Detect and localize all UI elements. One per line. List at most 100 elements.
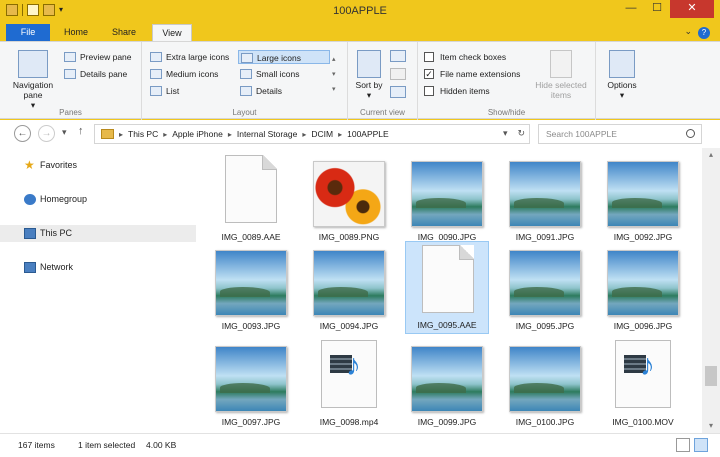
ribbon: Navigation pane ▾ Preview pane Details p…	[0, 41, 720, 120]
path-separator[interactable]: ▸	[302, 130, 306, 139]
nav-item-label: This PC	[40, 228, 73, 238]
video-file-icon	[321, 340, 377, 408]
options-label: Options	[607, 80, 637, 90]
minimize-button[interactable]: —	[618, 0, 644, 18]
path-separator[interactable]: ▸	[338, 130, 342, 139]
selection-status: 1 item selected	[78, 440, 136, 450]
address-bar-row: ← → ▾ ↑ ▸ This PC ▸ Apple iPhone ▸ Inter…	[0, 120, 720, 148]
window-title: 100APPLE	[333, 5, 387, 17]
add-columns-icon[interactable]	[390, 68, 406, 80]
details-pane-button[interactable]: Details pane	[62, 67, 127, 81]
file-name-extensions-toggle[interactable]: ✓ File name extensions	[424, 67, 520, 81]
group-by-icon[interactable]	[390, 50, 406, 62]
homegroup-icon	[24, 194, 36, 205]
layout-scroll-arrows[interactable]: ▴ ▾ ▾	[332, 52, 336, 97]
ribbon-tabs: File Home Share View ⌄ ?	[0, 22, 720, 42]
nav-item-favorites[interactable]: ★ Favorites	[0, 157, 196, 174]
tab-share[interactable]: Share	[104, 24, 144, 42]
document-icon	[422, 245, 474, 313]
path-separator[interactable]: ▸	[163, 130, 167, 139]
scroll-down-arrow[interactable]: ▾	[702, 419, 720, 433]
file-name: IMG_0093.JPG	[221, 321, 281, 331]
scroll-up-arrow[interactable]: ▴	[702, 148, 720, 162]
file-item[interactable]: IMG_0089.PNG	[307, 152, 391, 245]
sort-by-button[interactable]: Sort by ▾	[354, 50, 384, 100]
file-item-selected[interactable]: IMG_0095.AAE	[405, 241, 489, 334]
nav-item-network[interactable]: Network	[0, 259, 196, 276]
file-name: IMG_0095.AAE	[417, 320, 477, 330]
address-history-and-refresh[interactable]: ▾ ↻	[503, 128, 525, 139]
breadcrumb-dcim[interactable]: DCIM	[311, 129, 333, 139]
path-separator[interactable]: ▸	[119, 130, 123, 139]
file-item[interactable]: IMG_0094.JPG	[307, 241, 391, 334]
up-button[interactable]: ↑	[78, 125, 84, 137]
item-check-boxes-checkbox[interactable]	[424, 52, 434, 62]
maximize-button[interactable]: ☐	[644, 0, 670, 18]
breadcrumb-internal-storage[interactable]: Internal Storage	[237, 129, 297, 139]
tab-view[interactable]: View	[152, 24, 192, 42]
large-icons-button[interactable]: Large icons	[238, 50, 330, 64]
nav-item-homegroup[interactable]: Homegroup	[0, 191, 196, 208]
hidden-items-toggle[interactable]: Hidden items	[424, 84, 490, 98]
search-input[interactable]: Search 100APPLE	[538, 124, 702, 144]
path-separator[interactable]: ▸	[228, 130, 232, 139]
medium-icons-button[interactable]: Medium icons	[148, 67, 218, 81]
size-columns-icon[interactable]	[390, 86, 406, 98]
video-file-icon	[615, 340, 671, 408]
address-bar[interactable]: ▸ This PC ▸ Apple iPhone ▸ Internal Stor…	[94, 124, 530, 144]
file-item[interactable]: IMG_0100.MOV	[601, 337, 685, 430]
options-group: Options ▾	[596, 42, 648, 120]
file-item[interactable]: IMG_0090.JPG	[405, 152, 489, 245]
file-item[interactable]: IMG_0099.JPG	[405, 337, 489, 430]
hidden-items-checkbox[interactable]	[424, 86, 434, 96]
file-name: IMG_0099.JPG	[417, 417, 477, 427]
file-name-extensions-checkbox[interactable]: ✓	[424, 69, 434, 79]
breadcrumb-apple-iphone[interactable]: Apple iPhone	[172, 129, 223, 139]
tab-file[interactable]: File	[6, 24, 50, 42]
list-view-button[interactable]: List	[148, 84, 179, 98]
large-icons-view-toggle[interactable]	[694, 438, 708, 452]
forward-button[interactable]: →	[38, 125, 55, 142]
current-view-group-label: Current view	[360, 108, 405, 117]
file-item[interactable]: IMG_0089.AAE	[209, 152, 293, 245]
navigation-pane-label: Navigation pane	[12, 80, 54, 100]
options-button[interactable]: Options ▾	[600, 50, 644, 100]
details-view-button[interactable]: Details	[238, 84, 282, 98]
file-item[interactable]: IMG_0096.JPG	[601, 241, 685, 334]
item-check-boxes-toggle[interactable]: Item check boxes	[424, 50, 506, 64]
file-item[interactable]: IMG_0093.JPG	[209, 241, 293, 334]
preview-pane-button[interactable]: Preview pane	[62, 50, 132, 64]
network-icon	[24, 262, 36, 273]
image-thumbnail	[411, 161, 483, 227]
breadcrumb-100apple[interactable]: 100APPLE	[347, 129, 389, 139]
recent-locations-button[interactable]: ▾	[62, 127, 67, 138]
nav-item-label: Favorites	[40, 160, 78, 170]
file-item[interactable]: IMG_0091.JPG	[503, 152, 587, 245]
close-button[interactable]: ✕	[670, 0, 714, 18]
chevron-down-icon[interactable]: ⌄	[684, 26, 692, 37]
file-item[interactable]: IMG_0092.JPG	[601, 152, 685, 245]
medium-icons-label: Medium icons	[166, 69, 219, 79]
hide-selected-items-button[interactable]: Hide selected items	[532, 50, 590, 100]
back-button[interactable]: ←	[14, 125, 31, 142]
breadcrumb-this-pc[interactable]: This PC	[128, 129, 158, 139]
nav-item-this-pc[interactable]: This PC	[0, 225, 196, 242]
tab-home[interactable]: Home	[56, 24, 96, 42]
show-hide-group-label: Show/hide	[487, 108, 526, 117]
vertical-scrollbar[interactable]: ▴ ▾	[702, 148, 720, 433]
image-thumbnail	[411, 346, 483, 412]
extra-large-icons-button[interactable]: Extra large icons	[148, 50, 229, 64]
panes-group: Navigation pane ▾ Preview pane Details p…	[0, 42, 142, 120]
help-icon[interactable]: ?	[698, 27, 710, 39]
details-pane-label: Details pane	[80, 69, 128, 79]
file-item[interactable]: IMG_0095.JPG	[503, 241, 587, 334]
details-view-toggle[interactable]	[676, 438, 690, 452]
small-icons-button[interactable]: Small icons	[238, 67, 299, 81]
scrollbar-thumb[interactable]	[705, 366, 717, 386]
file-item[interactable]: IMG_0100.JPG	[503, 337, 587, 430]
navigation-pane-button[interactable]: Navigation pane ▾	[8, 50, 58, 110]
file-item[interactable]: IMG_0097.JPG	[209, 337, 293, 430]
extra-large-icons-icon	[150, 52, 162, 62]
file-name: IMG_0097.JPG	[221, 417, 281, 427]
file-item[interactable]: IMG_0098.mp4	[307, 337, 391, 430]
